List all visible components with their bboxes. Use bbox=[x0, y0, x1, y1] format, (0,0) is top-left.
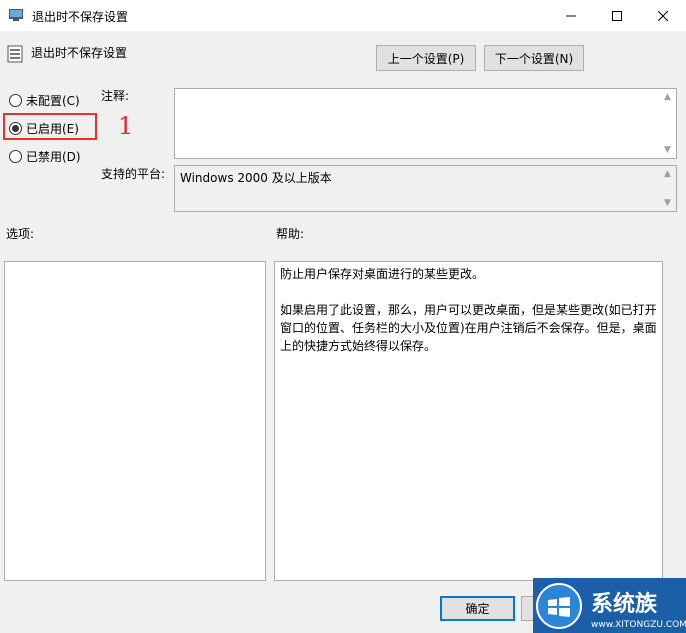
annotation-number: 1 bbox=[118, 112, 134, 140]
help-pane: 防止用户保存对桌面进行的某些更改。 如果启用了此设置，那么，用户可以更改桌面，但… bbox=[274, 261, 663, 581]
minimize-icon bbox=[566, 15, 576, 16]
comment-label: 注释: bbox=[101, 89, 130, 103]
scroll-up-icon[interactable]: ▲ bbox=[664, 169, 671, 179]
watermark-url: www.XITONGZU.COM bbox=[591, 620, 686, 630]
previous-setting-button[interactable]: 上一个设置(P) bbox=[376, 45, 476, 71]
comment-textarea[interactable]: ▲ ▼ bbox=[174, 88, 677, 159]
radio-label: 已禁用(D) bbox=[26, 150, 81, 164]
xitongzu-watermark-logo: 系统族 www.XITONGZU.COM bbox=[533, 578, 686, 633]
platform-value: Windows 2000 及以上版本 bbox=[180, 171, 332, 185]
setting-name: 退出时不保存设置 bbox=[31, 46, 128, 60]
options-label: 选项: bbox=[6, 227, 35, 241]
radio-circle[interactable] bbox=[9, 94, 22, 107]
platform-label: 支持的平台: bbox=[101, 167, 166, 181]
radio-label: 未配置(C) bbox=[26, 94, 80, 108]
watermark-brand: 系统族 bbox=[591, 591, 658, 617]
platform-scrollbar[interactable]: ▲ ▼ bbox=[659, 166, 676, 211]
window-title: 退出时不保存设置 bbox=[32, 10, 129, 24]
help-text: 防止用户保存对桌面进行的某些更改。 如果启用了此设置，那么，用户可以更改桌面，但… bbox=[280, 267, 657, 353]
comment-scrollbar[interactable]: ▲ ▼ bbox=[659, 89, 676, 158]
ok-button[interactable]: 确定 bbox=[440, 596, 515, 621]
options-pane bbox=[4, 261, 266, 581]
platform-box: Windows 2000 及以上版本 ▲ ▼ bbox=[174, 165, 677, 212]
close-button[interactable] bbox=[640, 0, 686, 31]
radio-disabled[interactable]: 已禁用(D) bbox=[9, 148, 81, 165]
help-label: 帮助: bbox=[276, 227, 305, 241]
policy-editor-icon bbox=[9, 9, 23, 21]
setting-icon bbox=[7, 45, 23, 63]
scroll-down-icon[interactable]: ▼ bbox=[664, 145, 671, 155]
title-bar: 退出时不保存设置 bbox=[0, 0, 686, 31]
minimize-button[interactable] bbox=[548, 0, 594, 31]
annotation-highlight-box bbox=[3, 113, 97, 140]
scroll-up-icon[interactable]: ▲ bbox=[664, 92, 671, 102]
radio-not-configured[interactable]: 未配置(C) bbox=[9, 92, 80, 109]
maximize-icon bbox=[612, 10, 622, 21]
close-icon bbox=[658, 10, 668, 21]
maximize-button[interactable] bbox=[594, 0, 640, 31]
next-setting-button[interactable]: 下一个设置(N) bbox=[484, 45, 584, 71]
radio-circle[interactable] bbox=[9, 150, 22, 163]
scroll-down-icon[interactable]: ▼ bbox=[664, 198, 671, 208]
